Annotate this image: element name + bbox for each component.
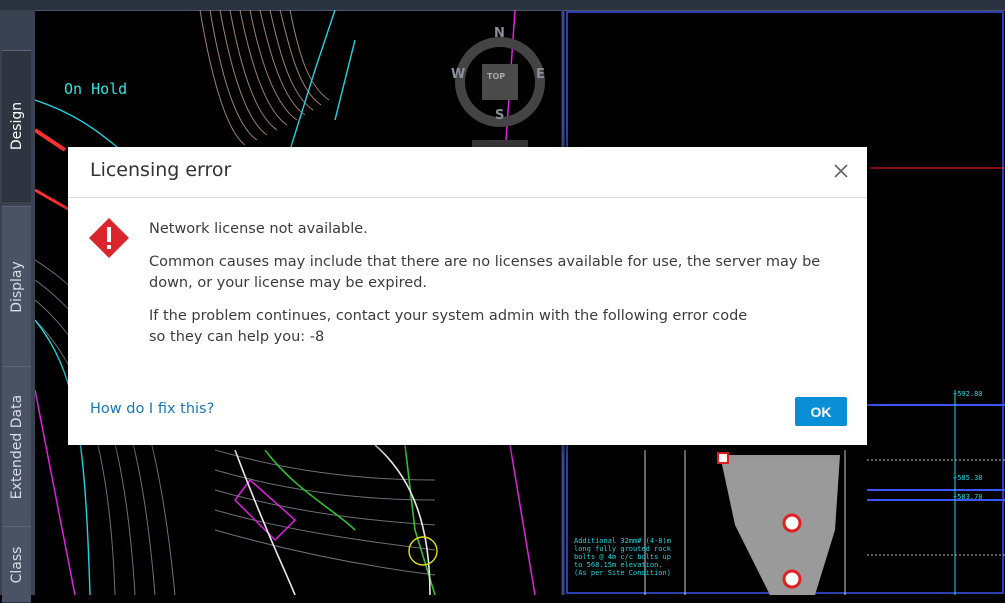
close-icon[interactable]	[831, 161, 851, 181]
tab-label: Display	[8, 261, 25, 313]
palette-side-tabs: Design Display Extended Data Class	[0, 10, 35, 603]
elevation-label: +585.38	[953, 474, 983, 482]
tab-label: Design	[8, 101, 25, 151]
message-instructions: If the problem continues, contact your s…	[149, 308, 748, 324]
tab-design[interactable]: Design	[2, 50, 31, 202]
error-icon	[88, 217, 130, 259]
help-link[interactable]: How do I fix this?	[90, 401, 214, 417]
licensing-error-dialog: Licensing error Network license not avai…	[68, 147, 867, 445]
elevation-label: +592.80	[953, 390, 983, 398]
elevation-label: +583.78	[953, 493, 983, 501]
viewcube-top-label[interactable]: TOP	[487, 72, 505, 81]
dialog-message: Network license not available. Common ca…	[149, 219, 839, 348]
tab-class[interactable]: Class	[2, 526, 31, 603]
compass-east-label: E	[536, 67, 545, 82]
message-error-code: so they can help you: -8	[149, 329, 325, 345]
tab-label: Class	[8, 546, 25, 583]
tab-label: Extended Data	[8, 394, 25, 500]
drawing-note: Additional 32mm# (4-8)m long fully grout…	[574, 537, 671, 577]
compass-west-label: W	[451, 67, 466, 82]
compass-south-label: S	[495, 108, 505, 123]
compass-north-label: N	[494, 26, 505, 41]
message-summary: Network license not available.	[149, 221, 368, 237]
tab-extended-data[interactable]: Extended Data	[2, 366, 31, 528]
dialog-header: Licensing error	[68, 147, 867, 198]
dialog-title: Licensing error	[90, 159, 232, 181]
ok-button[interactable]: OK	[795, 397, 847, 426]
on-hold-label: On Hold	[64, 80, 128, 98]
message-causes: Common causes may include that there are…	[149, 254, 821, 291]
tab-display[interactable]: Display	[2, 206, 31, 368]
